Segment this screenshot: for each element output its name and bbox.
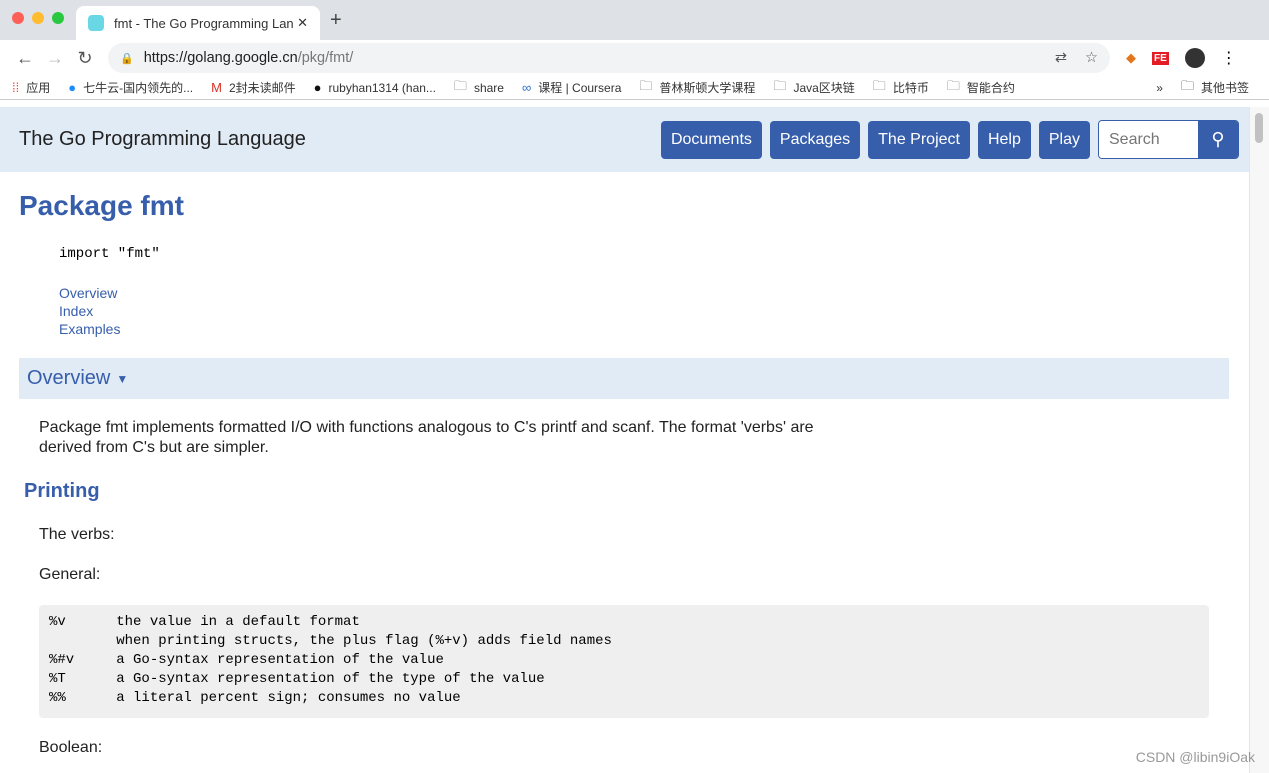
site-nav: DocumentsPackagesThe ProjectHelpPlay ⚲ xyxy=(661,120,1239,159)
address-bar[interactable]: 🔒 https://golang.google.cn/pkg/fmt/ ⇄ ☆ xyxy=(108,43,1110,73)
link-overview[interactable]: Overview xyxy=(59,284,1229,302)
folder-icon: 🗀 xyxy=(773,77,786,99)
gmail-icon: M xyxy=(211,80,222,95)
gopher-favicon-icon xyxy=(88,15,104,31)
bookmark-item[interactable]: ∞ 课程 | Coursera xyxy=(522,79,621,96)
fe-extension-icon[interactable]: FE xyxy=(1152,52,1169,65)
site-header: The Go Programming Language DocumentsPac… xyxy=(0,107,1249,172)
tab-title: fmt - The Go Programming Lan xyxy=(114,16,297,31)
browser-toolbar: ← → ↻ 🔒 https://golang.google.cn/pkg/fmt… xyxy=(0,40,1269,76)
coursera-icon: ∞ xyxy=(522,80,531,95)
search-icon: ⚲ xyxy=(1211,129,1224,150)
qiniu-icon: ● xyxy=(68,80,76,95)
bookmark-label: share xyxy=(474,81,504,95)
other-bookmarks-label: 其他书签 xyxy=(1201,79,1249,96)
bookmark-label: 应用 xyxy=(26,79,50,96)
bookmark-label: rubyhan1314 (han... xyxy=(329,81,436,95)
scrollbar-thumb[interactable] xyxy=(1255,113,1263,143)
link-examples[interactable]: Examples xyxy=(59,320,1229,338)
bookmark-item[interactable]: ⁞⁞ 应用 xyxy=(12,79,50,96)
nav-packages[interactable]: Packages xyxy=(770,121,860,159)
page-content: The Go Programming Language DocumentsPac… xyxy=(0,107,1249,773)
folder-icon: 🗀 xyxy=(873,77,886,99)
search-form: ⚲ xyxy=(1098,120,1239,159)
url-path: /pkg/fmt/ xyxy=(298,50,354,66)
bookmark-item[interactable]: 🗀 share xyxy=(454,77,504,99)
forward-icon[interactable]: → xyxy=(40,48,70,69)
boolean-text: Boolean: xyxy=(39,738,1229,758)
maximize-window-button[interactable] xyxy=(52,12,64,24)
new-tab-button[interactable]: + xyxy=(330,9,342,32)
folder-icon: 🗀 xyxy=(1181,77,1194,99)
folder-icon: 🗀 xyxy=(454,77,467,99)
translate-icon[interactable]: ⇄ xyxy=(1055,50,1067,66)
profile-avatar-icon[interactable] xyxy=(1185,48,1205,68)
bookmark-item[interactable]: 🗀 比特币 xyxy=(873,77,929,99)
back-icon[interactable]: ← xyxy=(10,48,40,69)
lock-icon: 🔒 xyxy=(120,52,134,65)
bookmark-label: 普林斯顿大学课程 xyxy=(659,79,755,96)
verbs-code-block: %v the value in a default format when pr… xyxy=(39,605,1209,718)
search-input[interactable] xyxy=(1099,121,1198,158)
more-bookmarks-button[interactable]: » xyxy=(1156,81,1163,95)
other-bookmarks[interactable]: 🗀 其他书签 xyxy=(1181,77,1249,99)
reload-icon[interactable]: ↻ xyxy=(70,48,100,69)
close-window-button[interactable] xyxy=(12,12,24,24)
bookmark-item[interactable]: 🗀 智能合约 xyxy=(947,77,1015,99)
folder-icon: 🗀 xyxy=(639,77,652,99)
menu-icon[interactable]: ⋮ xyxy=(1221,48,1237,68)
bookmark-item[interactable]: M 2封未读邮件 xyxy=(211,79,296,96)
toc-links: Overview Index Examples xyxy=(59,284,1229,338)
bookmark-label: 智能合约 xyxy=(967,79,1015,96)
tab-strip: fmt - The Go Programming Lan ✕ + xyxy=(0,0,1269,40)
nav-the-project[interactable]: The Project xyxy=(868,121,970,159)
nav-help[interactable]: Help xyxy=(978,121,1031,159)
page-title: Package fmt xyxy=(19,190,1229,222)
bookmark-label: 2封未读邮件 xyxy=(229,79,296,96)
nav-play[interactable]: Play xyxy=(1039,121,1090,159)
nav-documents[interactable]: Documents xyxy=(661,121,762,159)
general-text: General: xyxy=(39,565,1229,585)
bookmarks-bar: ⁞⁞ 应用 ● 七牛云-国内领先的... M 2封未读邮件 ● rubyhan1314 (ha… xyxy=(0,76,1269,100)
watermark: CSDN @libin9iOak xyxy=(1136,749,1255,765)
printing-heading: Printing xyxy=(24,480,1229,503)
apps-icon: ⁞⁞ xyxy=(12,80,19,95)
import-statement: import "fmt" xyxy=(59,246,1229,262)
bookmark-label: 课程 | Coursera xyxy=(538,79,621,96)
window-controls xyxy=(12,12,64,24)
browser-tab[interactable]: fmt - The Go Programming Lan ✕ xyxy=(76,6,320,40)
bookmark-item[interactable]: ● rubyhan1314 (han... xyxy=(314,80,436,95)
folder-icon: 🗀 xyxy=(947,77,960,99)
scrollbar[interactable] xyxy=(1249,107,1269,773)
bookmark-item[interactable]: 🗀 Java区块链 xyxy=(773,77,854,99)
link-index[interactable]: Index xyxy=(59,302,1229,320)
bookmark-label: 比特币 xyxy=(893,79,929,96)
bookmark-label: Java区块链 xyxy=(793,79,854,96)
bookmark-item[interactable]: ● 七牛云-国内领先的... xyxy=(68,79,193,96)
search-button[interactable]: ⚲ xyxy=(1198,121,1238,158)
overview-toggle[interactable]: Overview ▼ xyxy=(19,358,1229,399)
overview-heading: Overview xyxy=(27,367,110,390)
url-host: https://golang.google.cn xyxy=(144,50,298,66)
close-tab-icon[interactable]: ✕ xyxy=(297,15,308,31)
bookmark-item[interactable]: 🗀 普林斯顿大学课程 xyxy=(639,77,755,99)
package-description: Package fmt implements formatted I/O wit… xyxy=(39,418,839,458)
github-icon: ● xyxy=(314,80,322,95)
minimize-window-button[interactable] xyxy=(32,12,44,24)
site-title[interactable]: The Go Programming Language xyxy=(19,128,306,151)
bookmark-star-icon[interactable]: ☆ xyxy=(1085,50,1098,66)
caret-down-icon: ▼ xyxy=(116,372,128,386)
verbs-text: The verbs: xyxy=(39,525,1229,545)
bookmark-label: 七牛云-国内领先的... xyxy=(83,79,193,96)
metamask-extension-icon[interactable]: ◆ xyxy=(1126,50,1136,66)
